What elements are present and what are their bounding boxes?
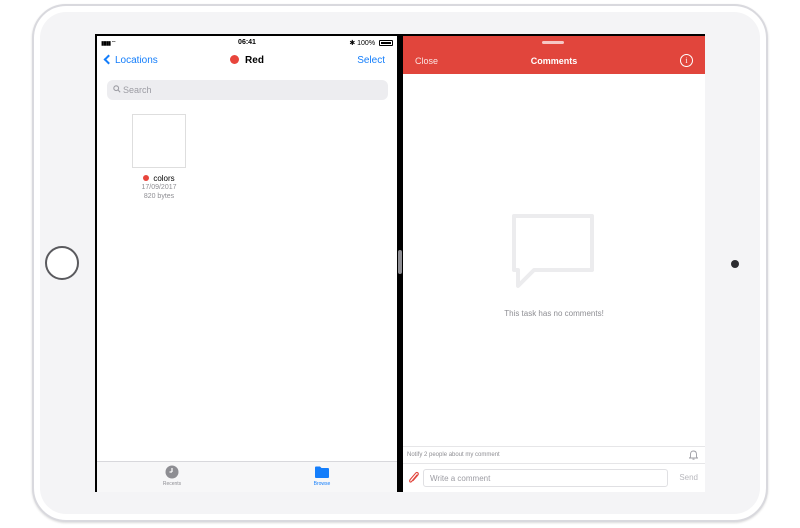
clock-icon [165,465,179,479]
pane-grabber[interactable] [542,41,564,44]
tab-browse-label: Browse [313,481,331,487]
file-name-text: colors [153,174,175,183]
bell-icon[interactable] [689,450,698,460]
info-icon[interactable]: i [680,54,693,67]
status-right: ✱ 100% [349,39,393,47]
front-camera [731,260,739,268]
battery-icon [379,40,393,46]
tab-recents-label: Recents [162,481,182,487]
page-title: Red [97,55,397,66]
file-item-colors[interactable]: colors 17/09/2017 820 bytes [132,114,186,201]
paperclip-icon[interactable] [408,471,420,485]
battery-percentage: 100% [357,40,376,47]
speech-bubble-icon [512,214,594,288]
notify-bar: Notify 2 people about my comment [403,446,705,463]
red-tag-dot-icon [143,175,150,181]
file-date: 17/09/2017 [141,184,177,191]
files-app-pane: ▮▮▮▮ ⌔ 06:41 ✱ 100% Locations Red Select [97,36,397,492]
search-bar[interactable] [107,80,388,100]
ipad-screen: ▮▮▮▮ ⌔ 06:41 ✱ 100% Locations Red Select [95,34,705,492]
bluetooth-icon: ✱ [349,40,356,47]
select-button[interactable]: Select [357,55,385,66]
tab-browse[interactable]: Browse [282,465,362,487]
send-button[interactable]: Send [679,473,698,482]
status-bar: ▮▮▮▮ ⌔ 06:41 ✱ 100% [97,36,397,50]
notify-people-link[interactable]: Notify 2 people about my comment [407,452,500,458]
red-tag-dot-icon [230,55,240,64]
folder-icon [315,466,329,478]
home-button[interactable] [45,246,79,280]
comment-input[interactable] [423,469,668,487]
file-name: colors [132,174,186,183]
comments-header: Close Comments i [403,36,705,74]
page-title-text: Red [245,55,264,66]
tab-recents[interactable]: Recents [132,465,212,487]
comments-pane: Close Comments i This task has no commen… [403,36,705,492]
file-thumbnail [132,114,186,168]
comments-title: Comments [530,56,578,66]
files-tab-bar: Recents Browse [97,461,397,492]
comment-compose-bar: Send [403,463,705,492]
split-view-handle[interactable] [398,250,402,274]
files-nav-bar: Locations Red Select [97,50,397,76]
file-size: 820 bytes [143,193,175,200]
search-input[interactable] [123,82,373,98]
empty-comments-message: This task has no comments! [504,309,604,318]
search-icon [113,85,121,93]
